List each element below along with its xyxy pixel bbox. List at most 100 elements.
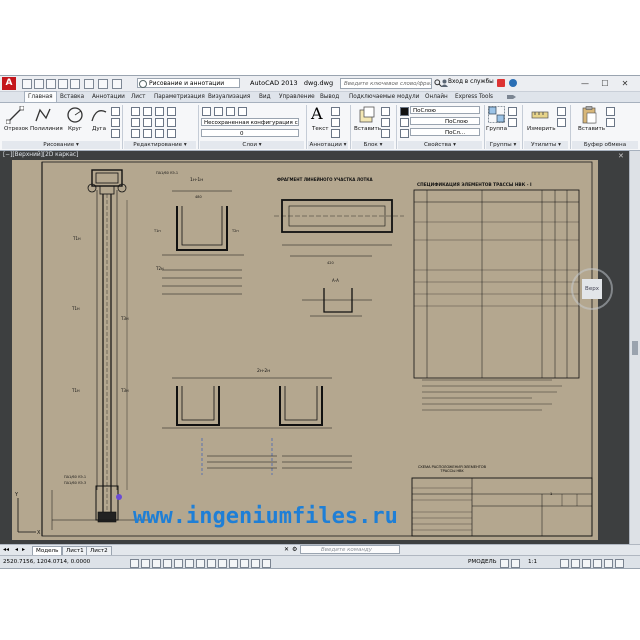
tab-parametric[interactable]: Параметризация (154, 92, 205, 102)
maximize-button[interactable]: ☐ (598, 78, 612, 89)
scrollbar-thumb[interactable] (632, 341, 638, 355)
selection-cycling-icon[interactable] (251, 559, 260, 568)
osnap-icon[interactable] (174, 559, 183, 568)
insert-block-icon[interactable] (358, 106, 376, 126)
grid-icon[interactable] (141, 559, 150, 568)
panel-title-clipboard[interactable]: Буфер обмена (572, 141, 638, 149)
panel-title-annotation[interactable]: Аннотации ▾ (308, 141, 348, 149)
layer-freeze-icon[interactable] (226, 107, 235, 116)
polyline-tool-icon[interactable] (34, 106, 52, 126)
stretch-icon[interactable] (131, 129, 140, 138)
group-icon[interactable] (488, 106, 506, 126)
block-attributes-icon[interactable] (381, 129, 390, 138)
hardware-acceleration-icon[interactable] (582, 559, 591, 568)
tab-view[interactable]: Вид (259, 92, 271, 102)
minimize-button[interactable]: — (578, 78, 592, 89)
list-icon[interactable] (400, 129, 409, 138)
explode-icon[interactable] (167, 118, 176, 127)
mirror-icon[interactable] (143, 118, 152, 127)
command-close-icon[interactable]: ✕ (284, 546, 289, 553)
workspace-select[interactable]: Рисование и аннотации (137, 78, 240, 88)
new-file-icon[interactable] (22, 79, 32, 89)
arc-tool-icon[interactable] (90, 106, 108, 126)
open-file-icon[interactable] (34, 79, 44, 89)
lineweight-select[interactable]: ПоСл... (410, 128, 480, 136)
help-search-input[interactable]: Введите ключевое слово/фразу (340, 78, 432, 89)
qat-dropdown-icon[interactable] (112, 79, 122, 89)
redo-icon[interactable] (98, 79, 108, 89)
calculator-icon[interactable] (557, 118, 566, 127)
panel-title-draw[interactable]: Рисование ▾ (2, 141, 120, 149)
quick-select-icon[interactable] (557, 107, 566, 116)
polar-icon[interactable] (163, 559, 172, 568)
dimension-icon[interactable] (331, 107, 340, 116)
annotation-scale[interactable]: 1:1 (528, 559, 537, 565)
model-space-status[interactable]: РМОДЕЛЬ (468, 559, 497, 565)
erase-icon[interactable] (167, 107, 176, 116)
tab-output[interactable]: Вывод (320, 92, 339, 102)
linetype-select[interactable]: ПоСлою (410, 117, 480, 125)
workspace-switch-icon[interactable] (560, 559, 569, 568)
signin-button[interactable]: Вход в службы (448, 79, 494, 85)
close-button[interactable]: ✕ (618, 78, 632, 89)
move-icon[interactable] (131, 107, 140, 116)
tab-annotate[interactable]: Аннотации (92, 92, 125, 102)
tab-express-tools[interactable]: Express Tools (455, 92, 493, 102)
layer-current-select[interactable]: 0 (201, 129, 299, 137)
paste-icon[interactable] (580, 106, 598, 126)
plot-icon[interactable] (70, 79, 80, 89)
drawing-viewport[interactable]: [−][Верхний][2D каркас] ✕ Т1н Т1н Т1н Т3… (0, 151, 629, 544)
lock-icon[interactable] (571, 559, 580, 568)
annotation-monitor-icon[interactable] (262, 559, 271, 568)
measure-icon[interactable] (531, 106, 549, 126)
transparency-icon[interactable] (229, 559, 238, 568)
copy-icon[interactable] (131, 118, 140, 127)
match-properties-icon[interactable] (400, 118, 409, 127)
autodesk-exchange-icon[interactable] (497, 79, 505, 87)
ribbon-toggle-icon[interactable] (506, 93, 516, 101)
tab-nav-prev-icon[interactable]: ◂ (15, 546, 18, 553)
viewport-close-icon[interactable]: ✕ (618, 152, 624, 160)
scale-icon[interactable] (143, 129, 152, 138)
fillet-icon[interactable] (155, 118, 164, 127)
layer-lock-icon[interactable] (238, 107, 247, 116)
trim-icon[interactable] (155, 107, 164, 116)
viewport-controls-label[interactable]: [−][Верхний][2D каркас] (3, 152, 78, 158)
app-logo[interactable]: A (2, 77, 16, 90)
tab-layout[interactable]: Лист (131, 92, 145, 102)
panel-title-utilities[interactable]: Утилиты ▾ (524, 141, 568, 149)
tab-insert[interactable]: Вставка (60, 92, 84, 102)
text-tool-icon[interactable]: A (311, 105, 323, 123)
otrack-icon[interactable] (185, 559, 194, 568)
viewcube-top-face[interactable]: Верх (582, 279, 602, 299)
command-settings-icon[interactable]: ⚙ (292, 546, 297, 553)
rotate-icon[interactable] (143, 107, 152, 116)
panel-title-groups[interactable]: Группы ▾ (486, 141, 520, 149)
command-line-input[interactable]: Введите команду (300, 545, 400, 554)
create-block-icon[interactable] (381, 107, 390, 116)
snap-icon[interactable] (130, 559, 139, 568)
panel-title-properties[interactable]: Свойства ▾ (398, 141, 482, 149)
circle-tool-icon[interactable] (66, 106, 84, 126)
quick-properties-icon[interactable] (240, 559, 249, 568)
panel-title-layers[interactable]: Слои ▾ (200, 141, 304, 149)
help-icon[interactable] (509, 79, 517, 87)
lineweight-icon[interactable] (218, 559, 227, 568)
tab-online[interactable]: Онлайн (425, 92, 448, 102)
undo-icon[interactable] (84, 79, 94, 89)
tab-plugins[interactable]: Подключаемые модули (349, 92, 419, 102)
cut-icon[interactable] (606, 107, 615, 116)
tab-nav-next-icon[interactable]: ▸ (22, 546, 25, 553)
panel-title-block[interactable]: Блок ▾ (352, 141, 394, 149)
color-select[interactable]: ПоСлою (410, 106, 480, 114)
layer-state-select[interactable]: Несохраненная конфигурация слоя (201, 118, 299, 126)
panel-title-modify[interactable]: Редактирование ▾ (124, 141, 196, 149)
line-tool-icon[interactable] (5, 105, 25, 126)
hatch-tool-icon[interactable] (111, 118, 120, 127)
offset-icon[interactable] (167, 129, 176, 138)
tab-manage[interactable]: Управление (279, 92, 315, 102)
edit-block-icon[interactable] (381, 118, 390, 127)
save-icon[interactable] (46, 79, 56, 89)
group-edit-icon[interactable] (508, 118, 517, 127)
ducs-icon[interactable] (196, 559, 205, 568)
